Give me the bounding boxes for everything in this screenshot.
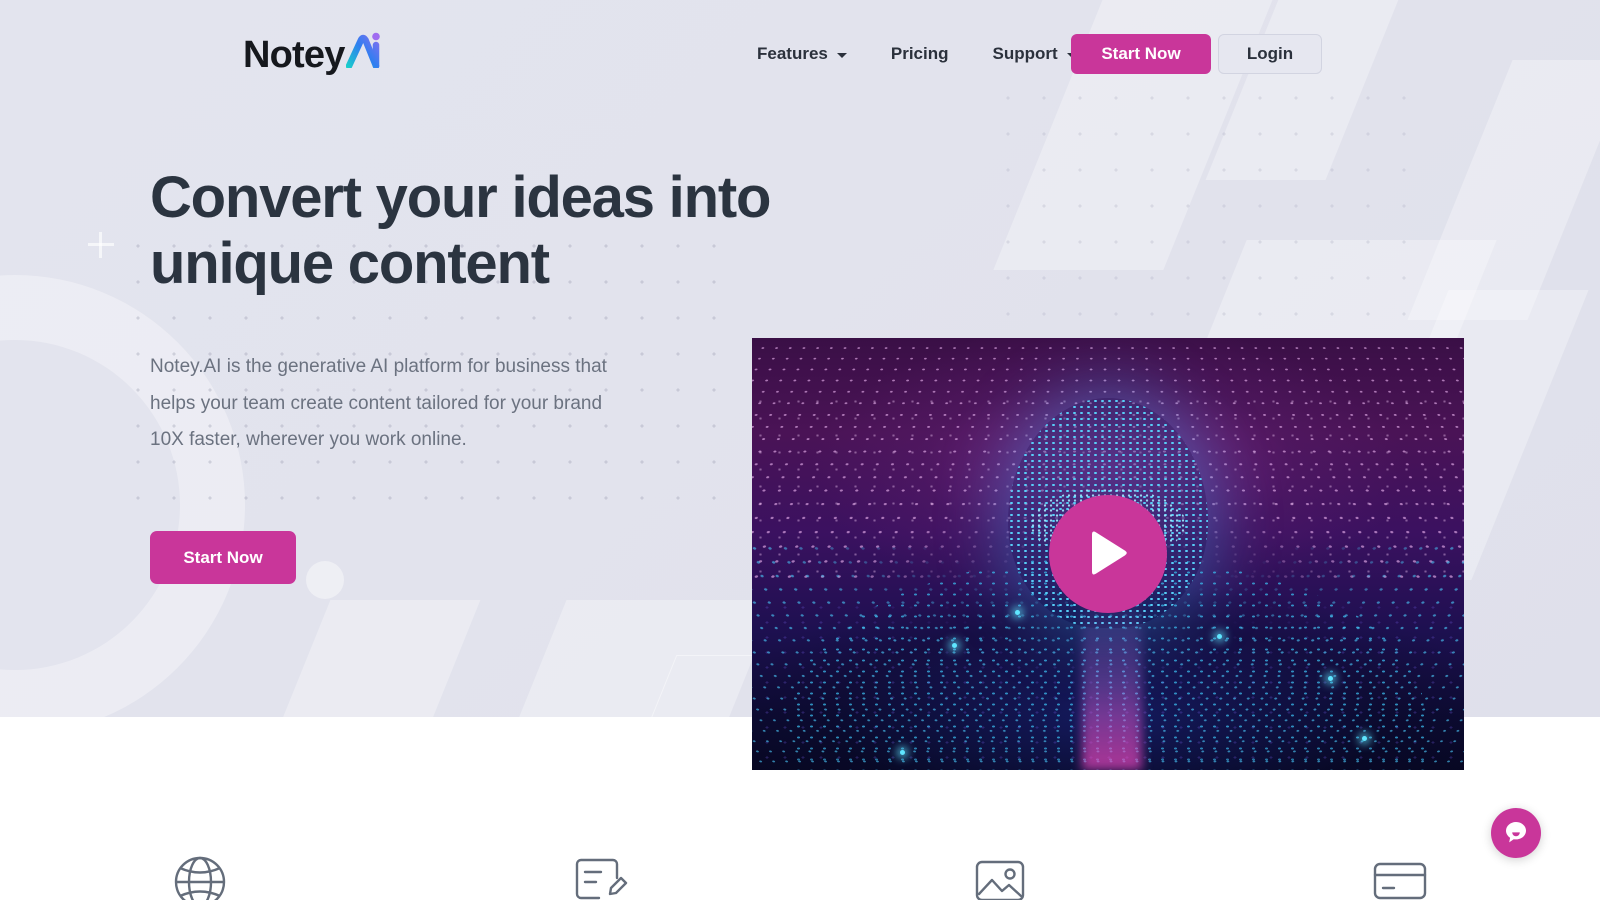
video-spark [1362,736,1367,741]
nav-item-label: Support [992,44,1058,63]
primary-navigation: Features Pricing Support [757,0,1099,108]
site-header: Notey Features Pricing Support Start Now… [0,0,1600,108]
nav-item-label: Pricing [890,44,949,63]
logo-ai-mark-icon [345,32,388,73]
video-spark [1217,634,1222,639]
hero-content: Convert your ideas into unique content N… [150,165,790,584]
decorative-circle [306,561,344,599]
login-button[interactable]: Login [1218,34,1322,74]
video-spark [900,750,905,755]
header-start-now-button[interactable]: Start Now [1071,34,1211,74]
logo[interactable]: Notey [243,32,388,74]
image-icon [970,852,1030,900]
chat-bubble-icon [1503,819,1529,848]
card-icon [1370,852,1430,900]
video-spark [1015,610,1020,615]
logo-wordmark: Notey [243,34,345,76]
feature-item-image[interactable] [800,790,1200,900]
nav-item-label: Features [757,44,828,63]
decorative-plus-mark [88,232,114,258]
feature-item-document-edit[interactable] [400,790,800,900]
document-edit-icon [570,852,630,900]
hero-title: Convert your ideas into unique content [150,165,771,297]
landing-page: Notey Features Pricing Support Start Now… [0,0,1600,900]
feature-item-globe[interactable] [0,790,400,900]
chevron-down-icon [836,53,847,58]
decorative-slab [249,600,481,717]
feature-item-card[interactable] [1200,790,1600,900]
hero-subtitle: Notey.AI is the generative AI platform f… [150,356,607,451]
nav-item-pricing[interactable]: Pricing [869,44,971,64]
hero-video-thumbnail[interactable] [752,338,1464,770]
nav-item-features[interactable]: Features [757,44,869,64]
video-play-button[interactable] [1049,495,1167,613]
chat-widget-button[interactable] [1491,808,1541,858]
features-strip [0,790,1600,900]
hero-start-now-button[interactable]: Start Now [150,531,296,584]
video-spark [1328,676,1333,681]
video-spark [952,643,957,648]
globe-icon [170,852,230,900]
play-icon [1086,529,1130,580]
decorative-dot-grid [990,80,1410,380]
